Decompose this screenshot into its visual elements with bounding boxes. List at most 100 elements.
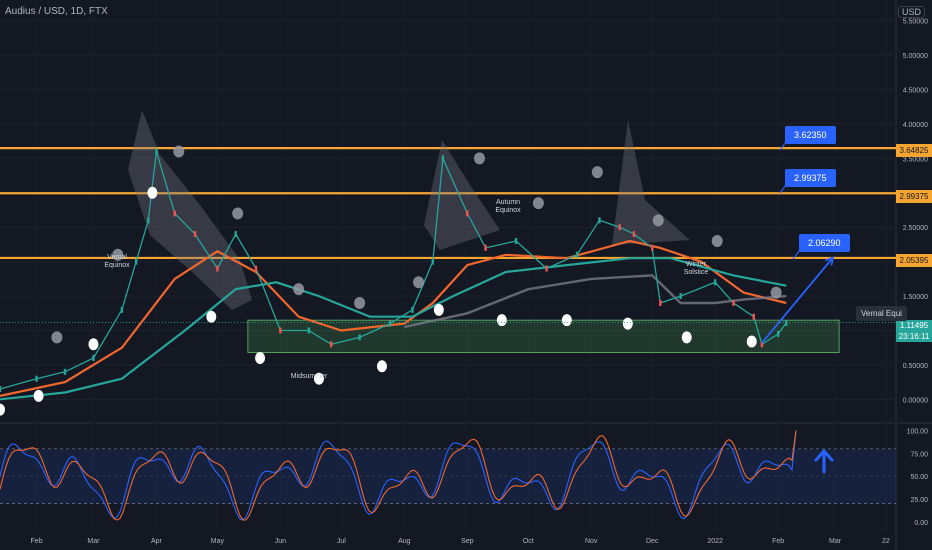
new-moon-marker xyxy=(770,286,782,299)
annotation-autumn-equinox: Autumn Equinox xyxy=(495,199,521,214)
price-candle xyxy=(618,224,621,231)
y-tick-label: 4.00000 xyxy=(903,122,928,129)
price-candle xyxy=(598,217,601,224)
chart-canvas[interactable]: 5.500005.000004.500004.000003.500003.000… xyxy=(0,0,932,550)
y-tick-label: 0.00000 xyxy=(903,397,928,404)
x-tick-label: Sep xyxy=(461,538,474,545)
price-candle xyxy=(466,210,469,217)
currency-badge[interactable]: USD xyxy=(897,6,925,18)
x-tick-label: Apr xyxy=(151,538,163,545)
price-candle xyxy=(234,231,237,238)
oscillator-tick-label: 100.00 xyxy=(907,429,929,436)
price-candle xyxy=(732,299,735,306)
price-candle xyxy=(713,279,717,286)
current-price-value: 1.11495 xyxy=(899,321,929,330)
full-moon-marker xyxy=(681,331,692,344)
level-tag-1: 3.64825 xyxy=(896,144,932,157)
new-moon-marker xyxy=(591,166,603,179)
oscillator-tick-label: 50.00 xyxy=(910,474,928,481)
y-tick-label: 4.50000 xyxy=(903,88,928,95)
y-tick-label: 0.50000 xyxy=(903,363,928,370)
full-moon-marker xyxy=(622,317,633,330)
new-moon-marker xyxy=(413,276,425,289)
full-moon-marker xyxy=(88,338,99,351)
new-moon-marker xyxy=(293,283,305,296)
price-candle xyxy=(679,293,682,300)
vernal-equinox-label: Vernal Equi xyxy=(856,306,907,321)
price-candle xyxy=(441,155,445,162)
full-moon-marker xyxy=(433,303,444,316)
x-tick-label: Jul xyxy=(337,538,346,545)
price-candle xyxy=(35,375,38,382)
price-candle xyxy=(659,299,662,306)
price-candle xyxy=(575,251,579,258)
price-candle xyxy=(254,265,258,272)
new-moon-marker xyxy=(652,214,664,227)
new-moon-marker xyxy=(473,152,485,165)
price-candle xyxy=(155,148,158,155)
full-moon-marker xyxy=(561,314,572,327)
x-tick-label: Mar xyxy=(87,538,100,545)
price-candle xyxy=(329,341,333,348)
full-moon-marker xyxy=(746,335,757,348)
price-candle xyxy=(120,306,124,313)
annotation-winter-solstice: Winter Solstice xyxy=(683,261,709,276)
price-candle xyxy=(358,334,361,341)
x-tick-label: May xyxy=(211,538,225,545)
price-candle xyxy=(147,217,150,224)
bar-countdown: 23:16:11 xyxy=(898,332,930,341)
full-moon-marker xyxy=(33,389,44,402)
oscillator-tick-label: 25.00 xyxy=(910,497,928,504)
price-candle xyxy=(0,386,2,393)
new-moon-marker xyxy=(354,296,366,309)
price-candle xyxy=(134,258,138,265)
callout-level-1: 3.62350 xyxy=(785,126,836,144)
price-candle xyxy=(514,237,518,244)
price-candle xyxy=(650,244,654,251)
x-tick-label: Nov xyxy=(585,538,598,545)
y-tick-label: 1.50000 xyxy=(903,294,928,301)
full-moon-marker xyxy=(255,352,266,365)
y-tick-label: 2.50000 xyxy=(903,225,928,232)
price-candle xyxy=(484,244,487,251)
x-tick-label: Oct xyxy=(523,538,534,545)
full-moon-marker xyxy=(496,314,507,327)
x-tick-label: Jun xyxy=(275,538,286,545)
price-candle xyxy=(92,355,95,362)
annotation-midsummer: Midsummer xyxy=(290,373,328,380)
price-candle xyxy=(173,210,176,217)
full-moon-marker xyxy=(206,310,217,323)
price-candle xyxy=(632,231,636,238)
price-candle xyxy=(776,330,780,337)
price-candle xyxy=(431,258,434,265)
x-tick-label: 2022 xyxy=(707,538,723,545)
y-tick-label: 5.50000 xyxy=(903,19,928,26)
new-moon-marker xyxy=(532,197,544,210)
new-moon-marker xyxy=(232,207,244,220)
price-candle xyxy=(545,265,548,272)
x-tick-label: Feb xyxy=(772,538,784,545)
price-candle xyxy=(63,368,67,375)
full-moon-marker xyxy=(147,186,158,199)
price-candle xyxy=(193,231,197,238)
annotation-vernal-equinox: Vernal Equinox xyxy=(104,254,130,269)
symbol-title: Audius / USD, 1D, FTX xyxy=(5,6,108,17)
x-tick-label: 22 xyxy=(882,538,890,545)
price-candle xyxy=(307,327,311,334)
x-tick-label: Dec xyxy=(646,538,659,545)
full-moon-marker xyxy=(376,360,387,373)
new-moon-marker xyxy=(711,234,723,247)
x-tick-label: Mar xyxy=(829,538,842,545)
level-tag-3: 2.05395 xyxy=(896,254,932,267)
new-moon-marker xyxy=(173,145,185,158)
price-candle xyxy=(411,306,414,313)
new-moon-marker xyxy=(51,331,63,344)
x-tick-label: Feb xyxy=(31,538,43,545)
x-tick-label: Aug xyxy=(398,538,411,545)
y-tick-label: 3.50000 xyxy=(903,156,928,163)
price-candle xyxy=(216,265,219,272)
callout-level-2: 2.99375 xyxy=(785,169,836,187)
price-candle xyxy=(752,313,755,320)
callout-level-3: 2.06290 xyxy=(799,234,850,252)
oscillator-tick-label: 0.00 xyxy=(914,520,928,527)
